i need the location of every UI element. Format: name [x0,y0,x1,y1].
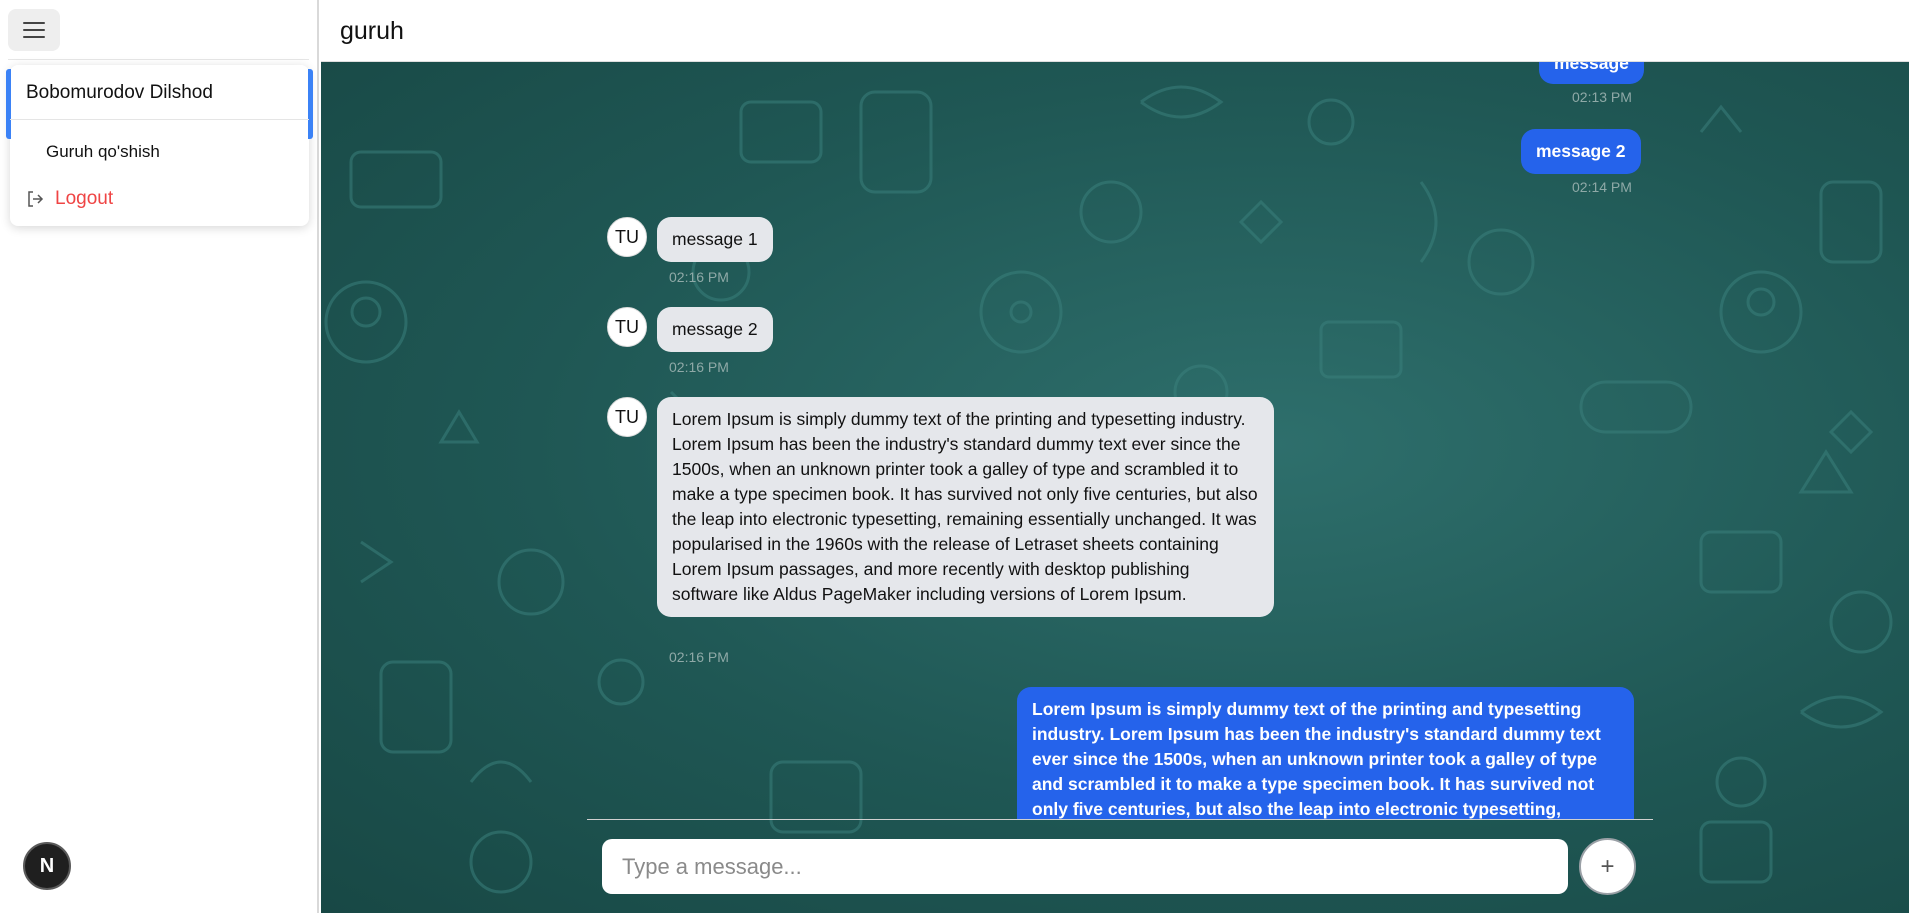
message-bubble-outgoing[interactable]: Lorem Ipsum is simply dummy text of the … [1017,687,1634,819]
sidebar: Bobomurodov Dilshod Guruh qo'shish Logou… [0,0,319,913]
logout-icon [28,191,44,207]
chat-area[interactable]: message 02:13 PM message 2 02:14 PM TU m… [321,62,1909,913]
add-group-menu-item[interactable]: Guruh qo'shish [46,142,160,162]
chat-title: guruh [340,17,404,45]
outgoing-long-clip: Lorem Ipsum is simply dummy text of the … [321,62,1909,819]
hamburger-icon [23,22,45,38]
dropdown-accent-right [308,69,313,139]
user-menu-dropdown: Bobomurodov Dilshod Guruh qo'shish Logou… [6,65,313,226]
n-badge-button[interactable]: N [23,842,71,890]
logout-label: Logout [55,188,114,209]
logout-menu-item[interactable]: Logout [26,188,113,210]
dropdown-accent [6,69,11,139]
message-input[interactable] [602,839,1568,894]
add-attachment-button[interactable]: + [1579,838,1636,895]
chat-header: guruh [321,0,1909,62]
menu-button[interactable] [8,9,60,51]
plus-icon: + [1600,852,1615,880]
composer-divider [587,819,1653,820]
dropdown-separator [10,119,309,120]
user-name: Bobomurodov Dilshod [26,82,213,103]
sidebar-divider [8,59,309,60]
